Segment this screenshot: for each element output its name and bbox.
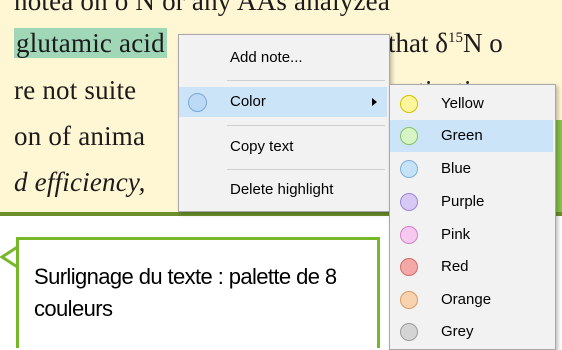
color-option-orange[interactable]: Orange xyxy=(390,284,553,316)
document-line-4: d efficiency, xyxy=(14,167,146,197)
context-menu: Add note... Color Copy text Delete highl… xyxy=(178,34,390,212)
color-icon xyxy=(188,93,207,112)
color-option-label: Orange xyxy=(441,291,492,308)
text-fragment: N o xyxy=(462,28,503,58)
menu-item-label: Delete highlight xyxy=(230,181,334,198)
color-option-label: Pink xyxy=(441,226,471,243)
color-option-green[interactable]: Green xyxy=(390,120,553,152)
menu-separator xyxy=(227,169,385,170)
color-option-pink[interactable]: Pink xyxy=(390,219,553,251)
color-option-label: Green xyxy=(441,127,483,144)
color-option-grey[interactable]: Grey xyxy=(390,316,553,348)
color-option-yellow[interactable]: Yellow xyxy=(390,88,553,120)
chevron-right-icon xyxy=(372,98,377,106)
yellow-swatch-icon xyxy=(400,95,418,113)
color-option-label: Purple xyxy=(441,193,485,210)
red-swatch-icon xyxy=(400,258,418,276)
document-line-3: on of anima xyxy=(14,121,146,151)
menu-item-label: Copy text xyxy=(230,138,294,155)
document-top-line: notea on o N or any AAs analyzea xyxy=(14,0,391,16)
color-option-label: Yellow xyxy=(441,95,484,112)
menu-separator xyxy=(227,125,385,126)
menu-item-copy-text[interactable]: Copy text xyxy=(179,132,387,162)
color-option-blue[interactable]: Blue xyxy=(390,153,553,185)
document-line-1[interactable]: glutamic acid xyxy=(14,28,167,59)
purple-swatch-icon xyxy=(400,193,418,211)
green-swatch-icon xyxy=(400,127,418,145)
menu-item-add-note[interactable]: Add note... xyxy=(179,43,387,73)
superscript: 15 xyxy=(447,30,463,46)
color-option-label: Grey xyxy=(441,323,474,340)
highlighted-text[interactable]: glutamic acid xyxy=(14,28,167,58)
menu-item-label: Color xyxy=(230,93,266,110)
menu-separator xyxy=(227,80,385,81)
menu-item-label: Add note... xyxy=(230,49,303,66)
text-fragment: that δ xyxy=(388,28,448,58)
orange-swatch-icon xyxy=(400,291,418,309)
color-option-purple[interactable]: Purple xyxy=(390,186,553,218)
document-line-2: re not suite xyxy=(14,75,137,105)
pink-swatch-icon xyxy=(400,226,418,244)
color-option-label: Blue xyxy=(441,160,472,177)
menu-item-delete-highlight[interactable]: Delete highlight xyxy=(179,175,387,205)
color-submenu: Yellow Green Blue Purple Pink Red Orange… xyxy=(389,84,556,350)
document-line-1-right: that δ15N o xyxy=(388,28,503,59)
color-option-red[interactable]: Red xyxy=(390,251,553,283)
menu-item-color[interactable]: Color xyxy=(179,87,387,117)
callout-text: Surlignage du texte : palette de 8 coule… xyxy=(34,264,337,321)
color-option-label: Red xyxy=(441,258,469,275)
blue-swatch-icon xyxy=(400,160,418,178)
grey-swatch-icon xyxy=(400,323,418,341)
